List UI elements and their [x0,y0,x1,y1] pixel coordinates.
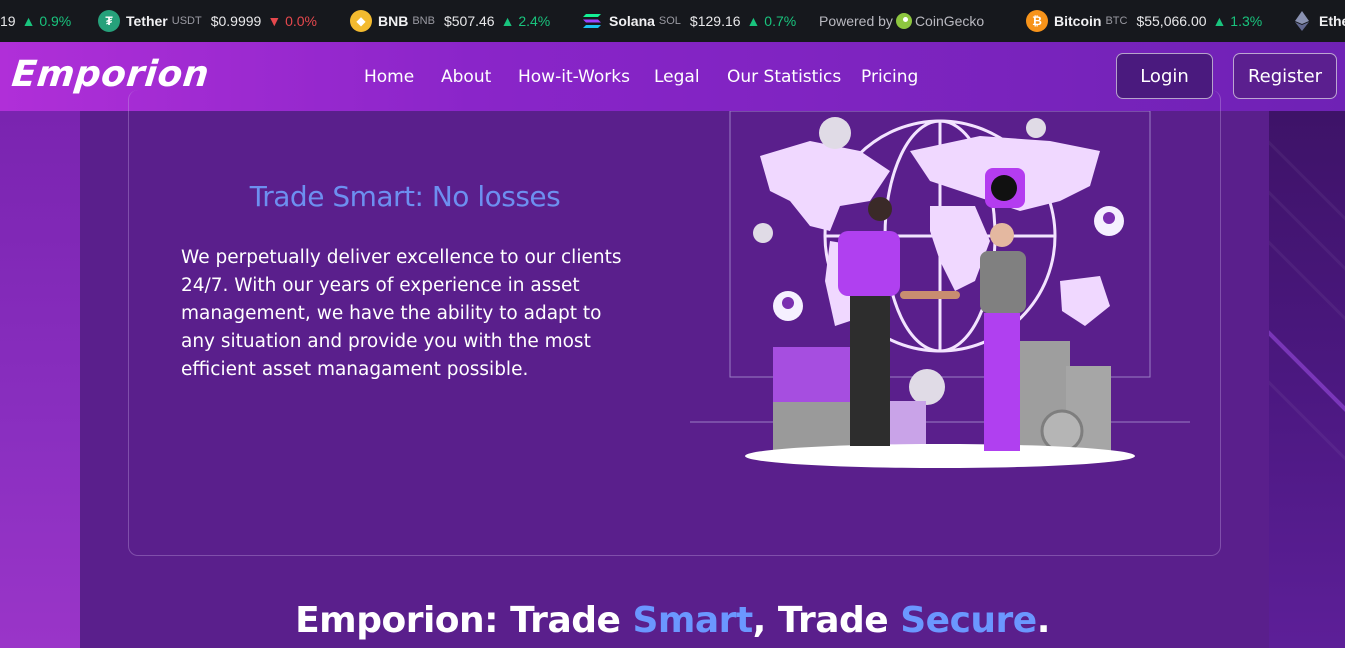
ticker-change-value: 2.4% [518,13,551,29]
right-gutter [1269,111,1345,648]
powered-by-label: Powered by [819,13,893,29]
nav-legal[interactable]: Legal [654,67,700,87]
ticker-change: ▲ 0.9% [21,13,72,29]
section-title-part3: . [1036,600,1051,641]
ticker-change-value: 0.9% [39,13,72,29]
nav-about[interactable]: About [441,67,491,87]
hero-title: Trade Smart: No losses [249,180,561,213]
ticker-item-partial[interactable]: 19 ▲ 0.9% [0,0,71,42]
tether-icon: ₮ [98,10,120,32]
ticker-price: 19 [0,13,16,29]
ticker-price: $129.16 [689,13,741,29]
ticker-name: Bitcoin [1054,13,1102,29]
section-title: Emporion: Trade Smart, Trade Secure. [0,600,1345,641]
bitcoin-icon: ₿ [1026,10,1048,32]
ticker-item-ethereum[interactable]: Ethe [1291,0,1345,42]
ticker-price: $0.9999 [210,13,262,29]
section-title-accent-smart: Smart [632,600,753,641]
register-button[interactable]: Register [1233,53,1337,99]
ticker-change: ▲ 0.7% [746,13,797,29]
ticker-change-value: 0.0% [285,13,317,29]
nav-home[interactable]: Home [364,67,414,87]
ticker-item-solana[interactable]: Solana SOL $129.16 ▲ 0.7% [581,0,796,42]
powered-by-coingecko[interactable]: Powered by CoinGecko [819,0,984,42]
section-title-part1: Emporion: Trade [295,600,633,641]
ticker-item-bitcoin[interactable]: ₿ Bitcoin BTC $55,066.00 ▲ 1.3% [1026,0,1262,42]
ticker-item-bnb[interactable]: ◆ BNB BNB $507.46 ▲ 2.4% [350,0,550,42]
ticker-price: $55,066.00 [1136,13,1207,29]
section-title-part2: , Trade [752,600,901,641]
ticker-name: Ethe [1319,13,1345,29]
ticker-change: ▼ 0.0% [267,13,317,29]
nav-our-statistics[interactable]: Our Statistics [727,67,841,87]
ticker-item-tether[interactable]: ₮ Tether USDT $0.9999 ▼ 0.0% [98,0,317,42]
ticker-change: ▲ 2.4% [500,13,551,29]
crypto-ticker: 19 ▲ 0.9% ₮ Tether USDT $0.9999 ▼ 0.0% ◆… [0,0,1345,42]
powered-by-brand: CoinGecko [914,13,985,29]
ticker-name: BNB [378,13,409,29]
ticker-change: ▲ 1.3% [1212,13,1263,29]
ethereum-icon [1291,10,1313,32]
ticker-change-value: 1.3% [1230,13,1263,29]
nav-how-it-works[interactable]: How-it-Works [518,67,630,87]
ticker-symbol: SOL [658,15,681,27]
nav-pricing[interactable]: Pricing [861,67,918,87]
ticker-name: Tether [126,13,168,29]
left-gutter [0,111,80,648]
hero-text: We perpetually deliver excellence to our… [181,247,622,380]
ticker-change-value: 0.7% [764,13,797,29]
coingecko-icon [895,13,912,29]
bnb-icon: ◆ [350,10,372,32]
section-title-accent-secure: Secure [900,600,1037,641]
site-logo[interactable]: Emporion [10,54,211,95]
ticker-price: $507.46 [443,13,495,29]
ticker-symbol: BTC [1105,15,1128,27]
solana-icon [581,10,603,32]
ticker-symbol: BNB [412,15,435,27]
handshake-illustration [690,110,1195,471]
ticker-name: Solana [609,13,655,29]
ticker-symbol: USDT [171,15,202,27]
